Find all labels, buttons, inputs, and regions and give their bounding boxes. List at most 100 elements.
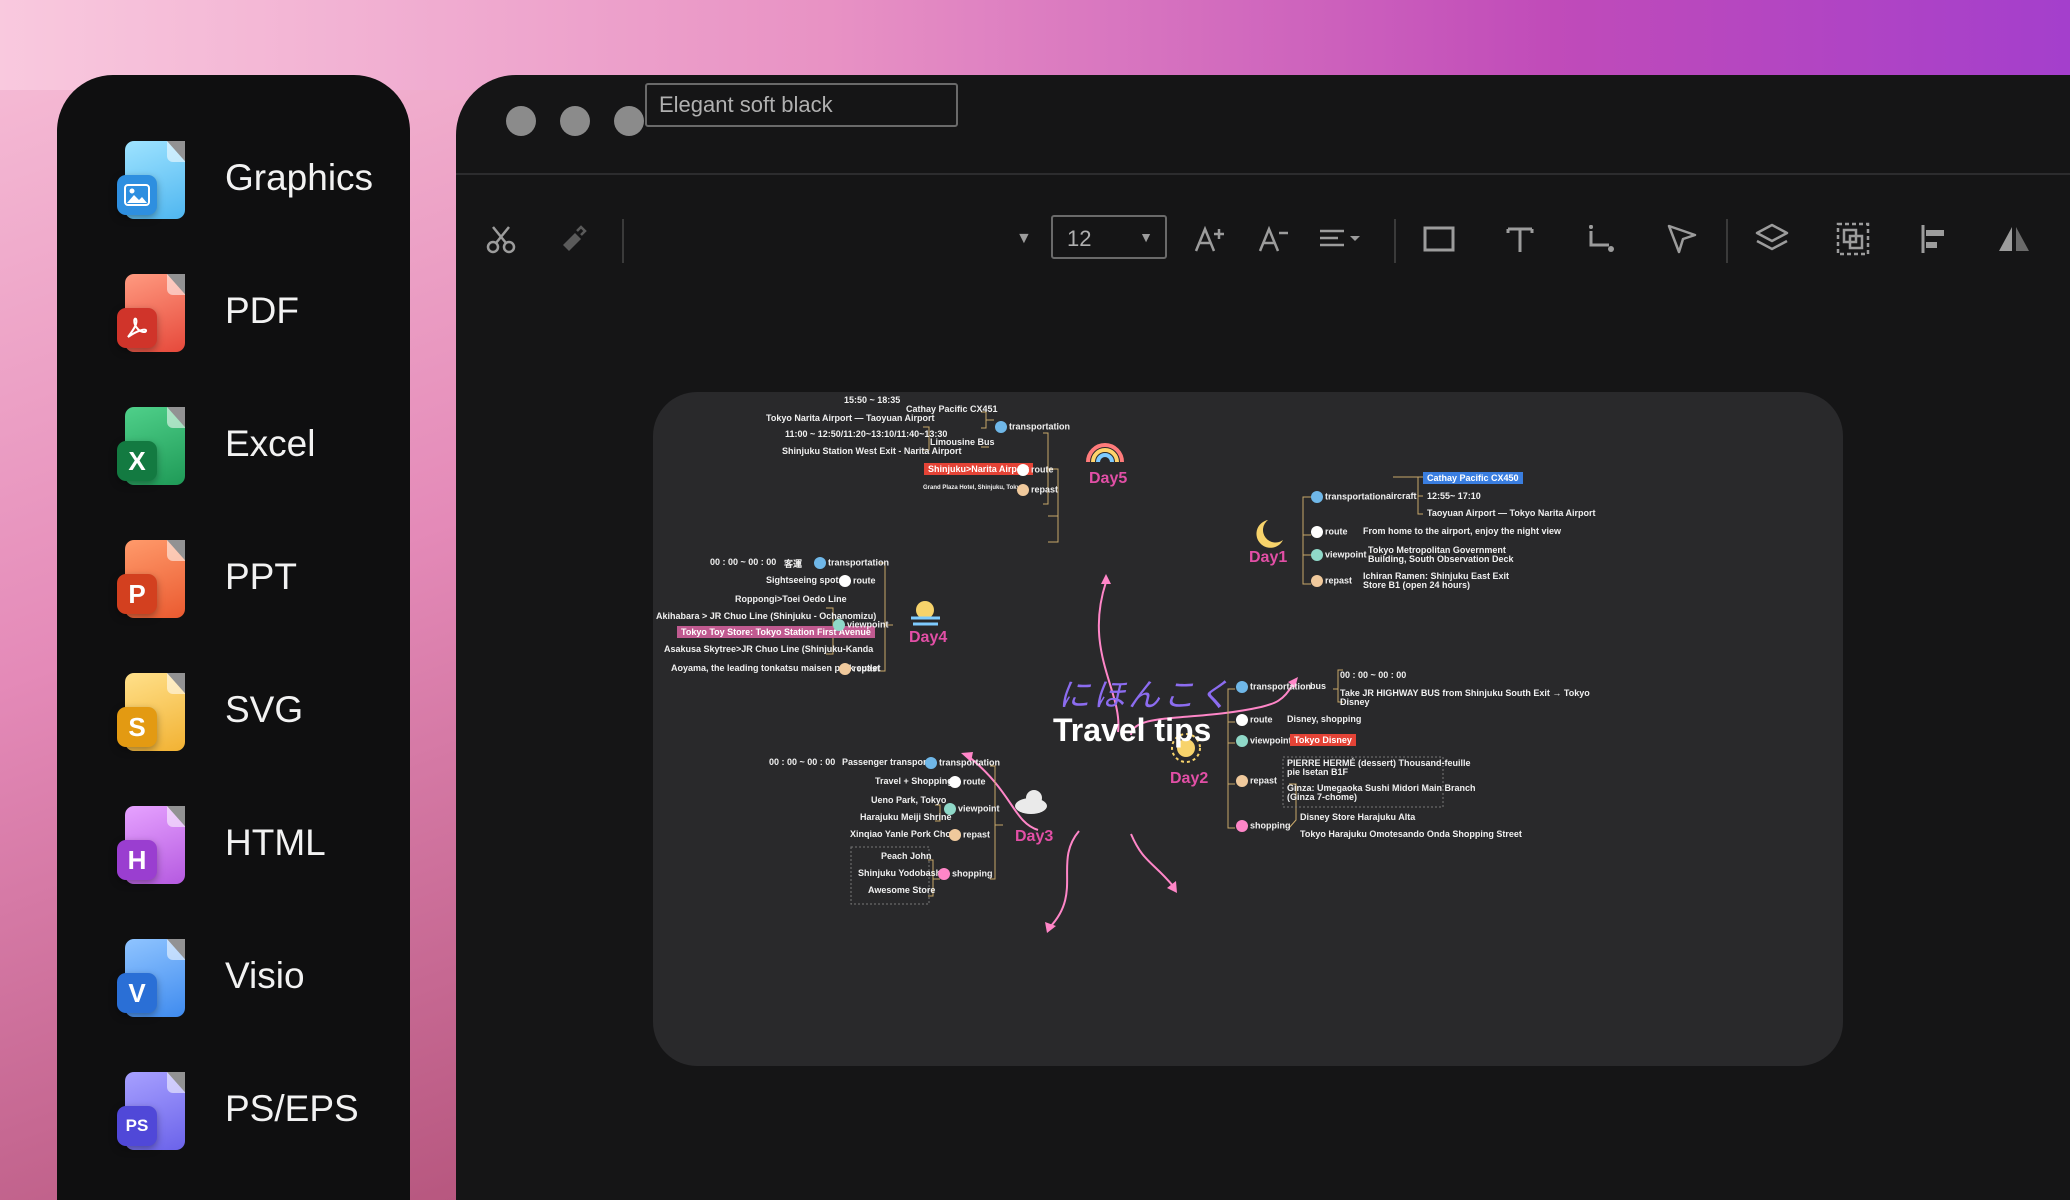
day1-route-text[interactable]: From home to the airport, enjoy the nigh… <box>1363 526 1561 536</box>
day5-hotel[interactable]: Grand Plaza Hotel, Shinjuku, Tokyo <box>923 485 1024 491</box>
day3-travel[interactable]: Travel + Shopping <box>875 776 953 786</box>
day3-transportation[interactable]: transportation <box>925 757 1000 769</box>
day4-line4[interactable]: Asakusa Skytree>JR Chuo Line (Shinjuku-K… <box>664 644 873 654</box>
day3-shop1[interactable]: Peach John <box>881 851 932 861</box>
sidebar-item-ps-eps[interactable]: PS PS/EPS <box>117 1066 397 1158</box>
align-left-icon[interactable] <box>1906 199 1962 279</box>
day3-shrine[interactable]: Harajuku Meiji Shrine <box>860 812 952 822</box>
day5-transportation[interactable]: transportation <box>995 421 1070 433</box>
day1-flight[interactable]: Cathay Pacific CX450 <box>1423 472 1523 484</box>
day1-repast-text2[interactable]: Store B1 (open 24 hours) <box>1363 580 1470 590</box>
title-separator <box>456 173 2070 175</box>
day4-transportation[interactable]: transportation <box>814 557 889 569</box>
day3-shopping[interactable]: shopping <box>938 868 993 880</box>
connector-icon[interactable] <box>1573 199 1629 279</box>
sidebar-item-graphics[interactable]: Graphics <box>117 135 397 227</box>
day1-repast[interactable]: repast <box>1311 575 1352 587</box>
day4-viewpoint[interactable]: viewpoint <box>833 619 889 631</box>
day4-line1[interactable]: Roppongi>Toei Oedo Line <box>735 594 847 604</box>
day3-label[interactable]: Day3 <box>1015 828 1053 846</box>
day2-repast-text4[interactable]: (Ginza 7-chome) <box>1287 792 1357 802</box>
font-size-select[interactable]: 12 ▼ <box>1051 215 1167 259</box>
day1-label[interactable]: Day1 <box>1249 549 1287 567</box>
day2-viewpoint-tag[interactable]: Tokyo Disney <box>1290 734 1356 746</box>
theme-font-input[interactable] <box>645 83 958 127</box>
sidebar-item-visio[interactable]: V Visio <box>117 933 397 1025</box>
day2-route[interactable]: route <box>1236 714 1273 726</box>
day2-route-text[interactable]: Disney, shopping <box>1287 714 1361 724</box>
day4-label[interactable]: Day4 <box>909 629 947 647</box>
sidebar-item-pdf[interactable]: PDF <box>117 268 397 360</box>
format-painter-icon[interactable] <box>545 199 601 279</box>
day4-time[interactable]: 00 : 00 ~ 00 : 00 <box>710 557 776 567</box>
day2-shopping[interactable]: shopping <box>1236 820 1291 832</box>
day3-repast[interactable]: repast <box>949 829 990 841</box>
sidebar-item-label: Visio <box>225 955 305 996</box>
day5-time[interactable]: 15:50 ~ 18:35 <box>844 395 900 405</box>
rectangle-shape-icon[interactable] <box>1411 199 1467 279</box>
day3-viewpoint[interactable]: viewpoint <box>944 803 1000 815</box>
day3-passenger[interactable]: Passenger transport <box>842 757 930 767</box>
day5-bus-stop[interactable]: Shinjuku Station West Exit - Narita Airp… <box>782 446 962 456</box>
sidebar-item-label: PDF <box>225 290 299 331</box>
day5-bus-times[interactable]: 11:00 ~ 12:50/11:20~13:10/11:40~13:30 <box>785 429 947 439</box>
day3-route[interactable]: route <box>949 776 986 788</box>
day2-bus[interactable]: bus <box>1310 681 1326 691</box>
day5-route[interactable]: route <box>1017 464 1054 476</box>
day2-label[interactable]: Day2 <box>1170 770 1208 788</box>
day2-shop1[interactable]: Disney Store Harajuku Alta <box>1300 812 1415 822</box>
day2-viewpoint[interactable]: viewpoint <box>1236 735 1292 747</box>
day2-bus-text1[interactable]: Take JR HIGHWAY BUS from Shinjuku South … <box>1340 688 1590 698</box>
day3-time[interactable]: 00 : 00 ~ 00 : 00 <box>769 757 835 767</box>
day2-repast-text2[interactable]: pie Isetan B1F <box>1287 767 1348 777</box>
day2-repast[interactable]: repast <box>1236 775 1277 787</box>
sidebar-item-ppt[interactable]: P PPT <box>117 534 397 626</box>
sidebar-item-excel[interactable]: X Excel <box>117 401 397 493</box>
layers-icon[interactable] <box>1744 199 1800 279</box>
day1-route[interactable]: route <box>1311 526 1348 538</box>
sidebar-item-label: Excel <box>225 423 316 464</box>
day3-shop2[interactable]: Shinjuku Yodobashi <box>858 868 944 878</box>
group-icon[interactable] <box>1825 199 1881 279</box>
scissors-icon[interactable] <box>473 199 529 279</box>
day1-time[interactable]: 12:55~ 17:10 <box>1427 491 1481 501</box>
day2-bus-text2[interactable]: Disney <box>1340 697 1370 707</box>
sidebar-item-svg[interactable]: S SVG <box>117 667 397 759</box>
day5-repast[interactable]: repast <box>1017 484 1058 496</box>
maximize-dot-icon[interactable] <box>614 106 644 136</box>
day1-transportation[interactable]: transportation <box>1311 491 1386 503</box>
day1-viewpoint-text2[interactable]: Building, South Observation Deck <box>1368 554 1514 564</box>
align-text-icon[interactable] <box>1313 199 1369 279</box>
day2-transportation[interactable]: transportation <box>1236 681 1311 693</box>
close-dot-icon[interactable] <box>506 106 536 136</box>
day1-airports[interactable]: Taoyuan Airport — Tokyo Narita Airport <box>1427 508 1596 518</box>
day4-route[interactable]: route <box>839 575 876 587</box>
chevron-down-icon[interactable]: ▼ <box>1016 230 1032 248</box>
svg-file-icon: S <box>117 673 185 751</box>
day4-sightseeing[interactable]: Sightseeing spots <box>766 575 844 585</box>
day5-airports[interactable]: Tokyo Narita Airport — Taoyuan Airport <box>766 413 935 423</box>
day5-label[interactable]: Day5 <box>1089 470 1127 488</box>
flip-icon[interactable] <box>1986 199 2042 279</box>
pointer-select-icon[interactable] <box>1654 199 1710 279</box>
day3-food[interactable]: Xinqiao Yanle Pork Chops <box>850 829 961 839</box>
day1-viewpoint[interactable]: viewpoint <box>1311 549 1367 561</box>
day3-park[interactable]: Ueno Park, Tokyo <box>871 795 946 805</box>
sidebar-item-html[interactable]: H HTML <box>117 800 397 892</box>
day2-time[interactable]: 00 : 00 ~ 00 : 00 <box>1340 670 1406 680</box>
chevron-down-icon: ▼ <box>1139 229 1153 245</box>
minimize-dot-icon[interactable] <box>560 106 590 136</box>
cloud-icon <box>1015 790 1047 814</box>
day1-aircraft[interactable]: aircraft <box>1386 491 1417 501</box>
html-file-icon: H <box>117 806 185 884</box>
day3-shop3[interactable]: Awesome Store <box>868 885 935 895</box>
center-title[interactable]: Travel tips <box>1053 712 1211 749</box>
text-tool-icon[interactable] <box>1492 199 1548 279</box>
day4-repast[interactable]: repast <box>839 663 880 675</box>
day4-tag[interactable]: 客運 <box>784 557 802 570</box>
center-title-jp[interactable]: にほんこく <box>1058 670 1233 716</box>
decrease-font-icon[interactable] <box>1247 199 1303 279</box>
mindmap-canvas[interactable]: にほんこく Travel tips Day5 Day1 Day4 Day2 Da… <box>653 392 1843 1066</box>
day2-shop2[interactable]: Tokyo Harajuku Omotesando Onda Shopping … <box>1300 829 1522 839</box>
increase-font-icon[interactable] <box>1183 199 1239 279</box>
